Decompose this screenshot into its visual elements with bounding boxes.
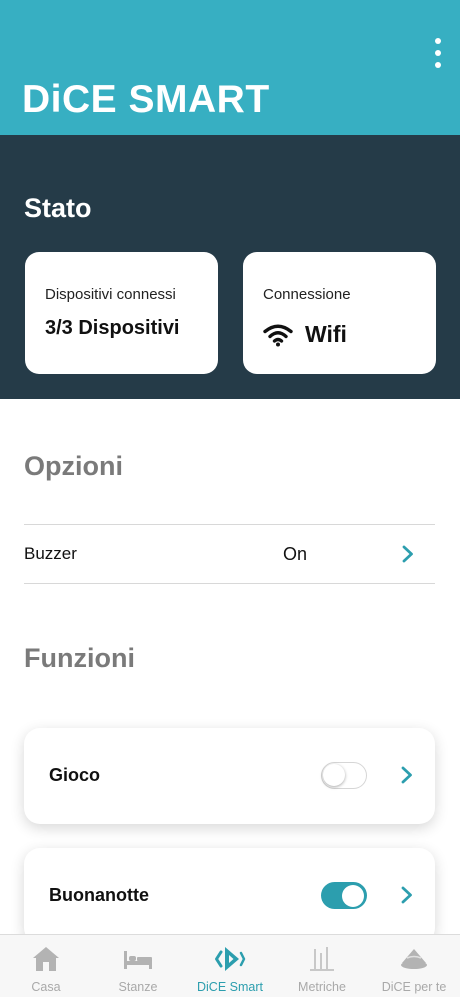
- buzzer-label: Buzzer: [24, 544, 77, 563]
- buonanotte-toggle[interactable]: [321, 882, 367, 909]
- bottom-tab-bar: Casa Stanze DiCE Smart Metriche DiCE per…: [0, 934, 460, 997]
- buzzer-option-row[interactable]: Buzzer On: [24, 524, 435, 584]
- chevron-right-icon: [402, 545, 413, 563]
- menu-dot: [435, 38, 441, 44]
- wifi-icon: [263, 324, 293, 346]
- more-vertical-icon[interactable]: [430, 38, 446, 68]
- tab-stanze[interactable]: Stanze: [92, 935, 184, 997]
- connected-devices-count: 3/3 Dispositivi: [45, 317, 180, 339]
- connected-devices-value: 3/3 Dispositivi: [45, 317, 198, 340]
- tab-label: Stanze: [118, 980, 158, 994]
- tab-dice-per-te[interactable]: DiCE per te: [368, 935, 460, 997]
- connection-label: Connessione: [263, 286, 351, 303]
- dice-logo-icon: [215, 947, 246, 971]
- connection-type: Wifi: [305, 321, 347, 347]
- status-title: Stato: [24, 193, 92, 223]
- function-label: Buonanotte: [49, 885, 149, 905]
- options-title: Opzioni: [24, 451, 123, 481]
- menu-dot: [435, 62, 441, 68]
- gioco-toggle[interactable]: [321, 762, 367, 789]
- tab-label: DiCE Smart: [197, 980, 263, 994]
- tab-metriche[interactable]: Metriche: [276, 935, 368, 997]
- bed-icon: [124, 951, 152, 969]
- app-title: DiCE SMART: [22, 78, 270, 121]
- connection-card[interactable]: Connessione Wifi: [243, 252, 436, 374]
- status-section: Stato Dispositivi connessi 3/3 Dispositi…: [0, 135, 460, 399]
- connected-devices-label: Dispositivi connessi: [45, 286, 176, 303]
- function-card-buonanotte[interactable]: Buonanotte: [24, 848, 435, 944]
- functions-title: Funzioni: [24, 643, 135, 673]
- tab-label: Metriche: [298, 980, 346, 994]
- connected-devices-card[interactable]: Dispositivi connessi 3/3 Dispositivi: [25, 252, 218, 374]
- function-card-gioco[interactable]: Gioco: [24, 728, 435, 824]
- tab-label: DiCE per te: [381, 980, 447, 994]
- toggle-knob: [342, 884, 364, 907]
- tab-dice-smart[interactable]: DiCE Smart: [184, 935, 276, 997]
- function-label: Gioco: [49, 765, 101, 785]
- app-header: DiCE SMART: [0, 0, 460, 135]
- chevron-right-icon: [401, 886, 412, 904]
- house-icon: [33, 947, 59, 971]
- connection-value: Wifi: [263, 321, 416, 348]
- tab-label: Casa: [31, 980, 61, 994]
- toggle-knob: [323, 764, 345, 786]
- chevron-right-icon: [401, 766, 412, 784]
- tab-casa[interactable]: Casa: [0, 935, 92, 997]
- dice-device-icon: [401, 949, 427, 969]
- menu-dot: [435, 50, 441, 56]
- buzzer-value: On: [283, 543, 308, 564]
- chart-icon: [310, 947, 334, 971]
